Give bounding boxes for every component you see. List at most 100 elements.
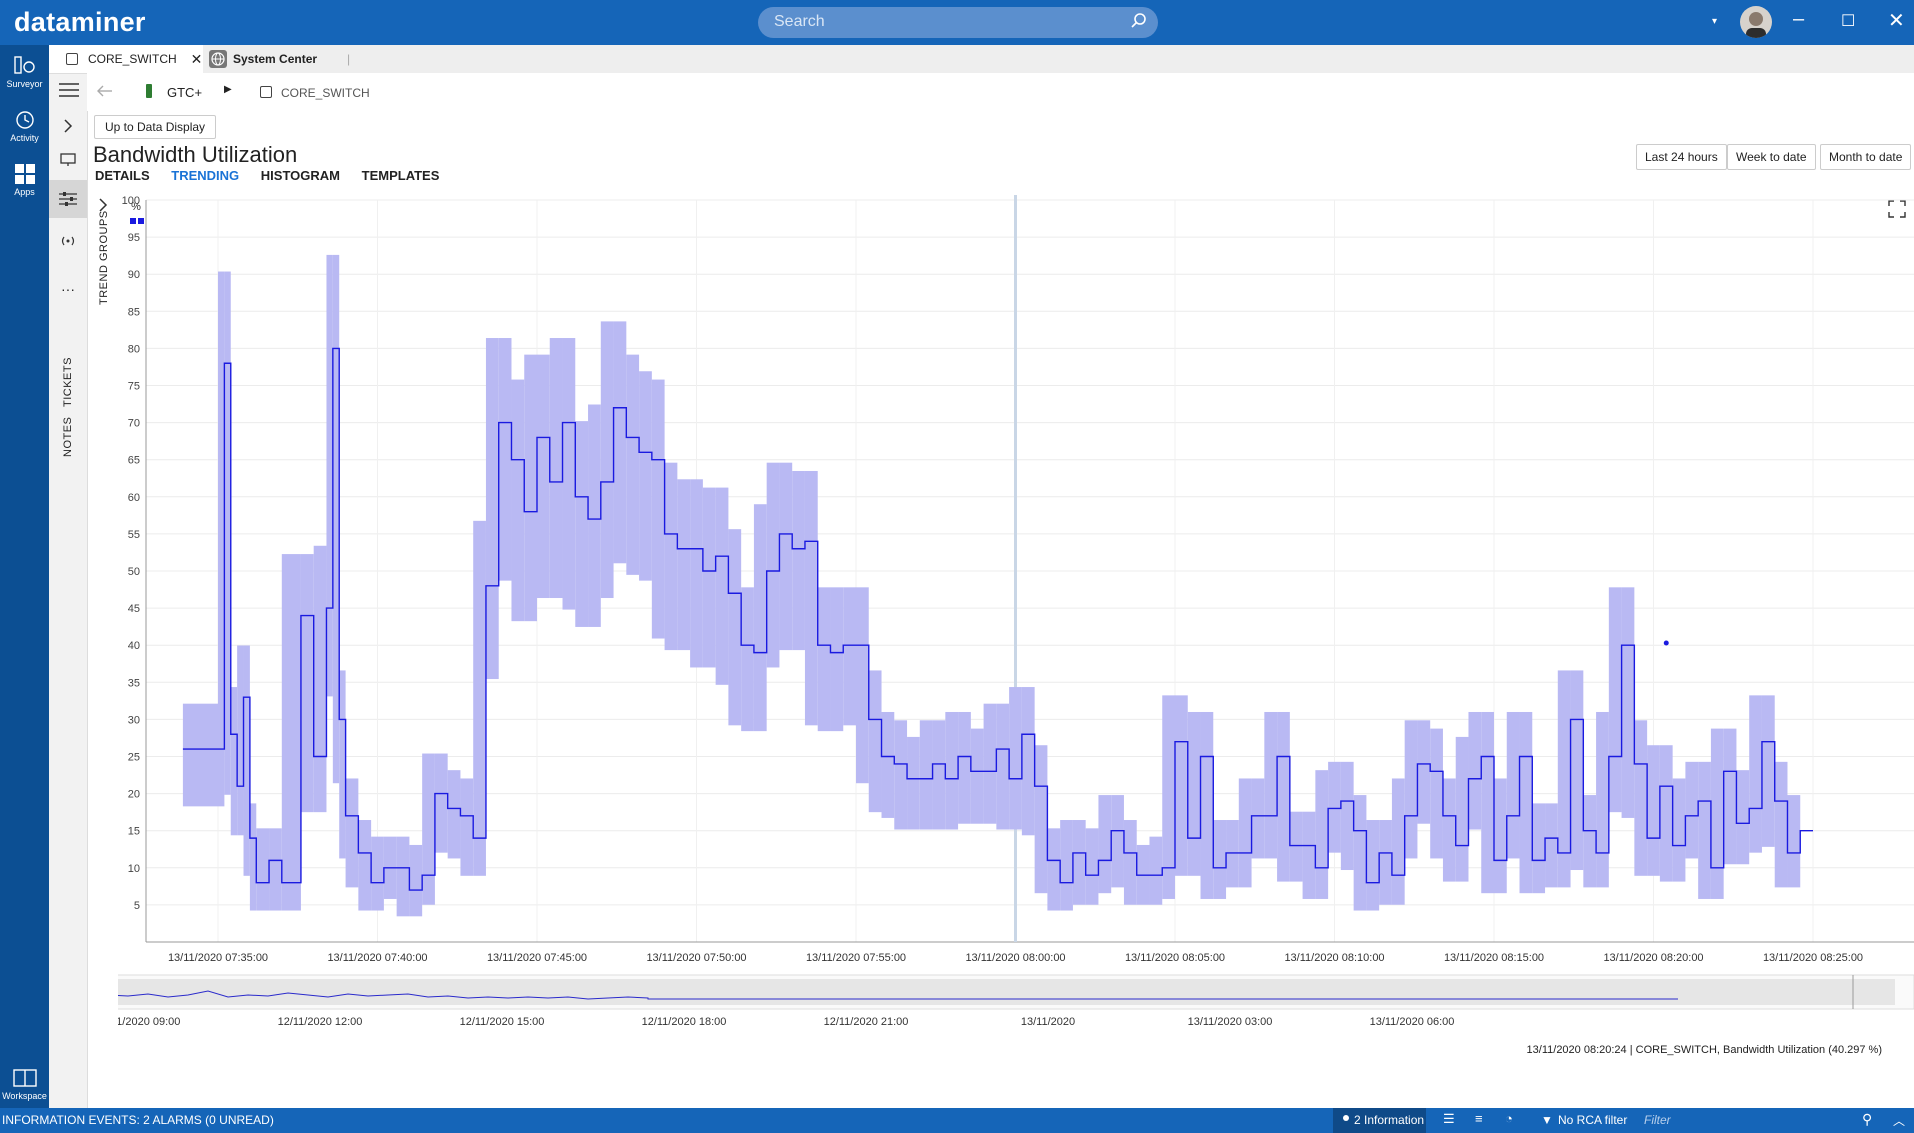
minmax-band	[1608, 587, 1622, 813]
status-expand-icon[interactable]: ︿	[1893, 1112, 1905, 1129]
app-logo: dataminer	[14, 7, 146, 37]
minmax-band	[1238, 778, 1252, 888]
minmax-band	[868, 670, 882, 813]
y-tick-label: 40	[128, 640, 140, 652]
x-tick-label: 13/11/2020 08:10:00	[1284, 952, 1384, 964]
trend-groups-tab[interactable]: TREND GROUPS	[98, 210, 110, 305]
rail-activity-label: Activity	[10, 133, 39, 143]
minmax-band	[1634, 720, 1648, 876]
minmax-band	[300, 554, 314, 813]
minmax-band	[766, 462, 780, 668]
breadcrumb-caret-icon[interactable]: ▶	[224, 84, 232, 95]
tab-core-switch[interactable]: CORE_SWITCH ✕	[49, 45, 203, 73]
breadcrumb-element[interactable]: CORE_SWITCH	[281, 86, 370, 100]
info-badge[interactable]: 2 Information	[1333, 1108, 1426, 1133]
subtab-histogram[interactable]: HISTOGRAM	[261, 168, 340, 183]
more-icon[interactable]: ···	[61, 281, 75, 297]
minmax-band	[1519, 711, 1533, 894]
pie-chart-icon[interactable]: ◔	[1505, 1111, 1513, 1126]
range-week-to-date[interactable]: Week to date	[1727, 144, 1816, 170]
y-tick-label: 10	[128, 863, 140, 875]
menu-icon[interactable]	[59, 83, 79, 97]
settings-tab[interactable]	[49, 180, 87, 218]
minmax-band	[651, 379, 665, 639]
apps-icon	[14, 164, 35, 184]
sort-icon[interactable]: ≡	[1475, 1111, 1483, 1126]
events-status[interactable]: INFORMATION EVENTS: 2 ALARMS (0 UNREAD)	[2, 1113, 274, 1127]
sliders-icon	[59, 192, 77, 206]
close-icon[interactable]: ✕	[1888, 8, 1905, 33]
filter-input[interactable]: Filter	[1644, 1113, 1671, 1127]
legend-marker	[130, 218, 136, 224]
minmax-band	[690, 479, 703, 668]
rail-surveyor[interactable]: Surveyor	[0, 55, 49, 89]
minmax-band	[1647, 745, 1660, 876]
minmax-band	[1366, 820, 1380, 911]
funnel-icon[interactable]: ▼	[1541, 1113, 1553, 1127]
expand-chevron-icon[interactable]	[63, 119, 73, 133]
monitor-icon[interactable]	[60, 153, 76, 167]
minmax-band	[256, 828, 270, 911]
minmax-band	[1328, 761, 1341, 853]
minmax-band	[779, 462, 793, 651]
y-tick-label: 90	[128, 269, 140, 281]
overview-tick-label: 12/11/2020 15:00	[460, 1016, 545, 1028]
subtab-details[interactable]: DETAILS	[95, 168, 150, 183]
search-input[interactable]: Search	[758, 7, 1158, 38]
minmax-band	[224, 271, 231, 795]
rca-filter[interactable]: No RCA filter	[1558, 1113, 1627, 1127]
filter-search-icon[interactable]: ⚲	[1862, 1111, 1872, 1128]
minmax-band	[1302, 811, 1316, 899]
notes-tab[interactable]: NOTES	[62, 417, 74, 457]
rail-surveyor-label: Surveyor	[6, 79, 43, 89]
minmax-band	[562, 338, 576, 610]
maximize-icon[interactable]: ☐	[1841, 11, 1855, 31]
x-tick-label: 13/11/2020 08:05:00	[1125, 952, 1225, 964]
breadcrumb-view[interactable]: GTC+	[167, 85, 202, 100]
view-status-icon	[146, 84, 152, 98]
minmax-band	[1340, 761, 1354, 871]
minmax-band	[1468, 711, 1482, 830]
minmax-band	[313, 545, 327, 813]
minmax-band	[1060, 820, 1073, 911]
minmax-band	[1315, 770, 1329, 899]
minmax-band	[1213, 820, 1227, 899]
range-last-24-hours[interactable]: Last 24 hours	[1636, 144, 1727, 170]
rail-activity[interactable]: Activity	[0, 109, 49, 143]
y-tick-label: 15	[128, 826, 140, 838]
info-dot-icon	[1343, 1115, 1349, 1121]
minmax-band	[1710, 728, 1724, 899]
signal-icon[interactable]	[59, 235, 77, 247]
minmax-band	[269, 828, 282, 911]
minmax-band	[1545, 803, 1558, 888]
minmax-band	[371, 836, 384, 911]
tab-system-center-label: System Center	[233, 52, 318, 66]
x-tick-label: 13/11/2020 07:45:00	[487, 952, 587, 964]
dropdown-icon[interactable]: ▾	[1712, 16, 1717, 27]
subtab-bar: DETAILS TRENDING HISTOGRAM TEMPLATES	[95, 168, 457, 183]
back-arrow-icon[interactable]	[97, 85, 113, 97]
range-month-to-date[interactable]: Month to date	[1820, 144, 1912, 170]
subtab-templates[interactable]: TEMPLATES	[362, 168, 440, 183]
subtab-trending[interactable]: TRENDING	[171, 168, 239, 183]
rail-workspace[interactable]: Workspace	[0, 1067, 49, 1101]
avatar[interactable]	[1740, 6, 1772, 38]
minmax-band	[958, 711, 971, 824]
x-tick-label: 13/11/2020 07:35:00	[168, 952, 268, 964]
minmax-band	[243, 645, 250, 876]
trend-chart[interactable]: % 5 10 15 20 25 30 35 40 45 50 55 60 65 70 75 80 85 90 95 10…	[96, 190, 1914, 1085]
rail-apps[interactable]: Apps	[0, 163, 49, 197]
x-tick-label: 13/11/2020 07:50:00	[646, 952, 746, 964]
y-tick-label: 70	[128, 418, 140, 430]
trend-chart-svg[interactable]: %510152025303540455055606570758085909510…	[96, 190, 1914, 1085]
minmax-band	[932, 720, 946, 830]
workspace-icon	[12, 1069, 37, 1087]
minimize-icon[interactable]: –	[1793, 8, 1804, 31]
list-view-icon[interactable]: ☰	[1443, 1111, 1455, 1127]
minmax-band	[1749, 695, 1762, 853]
tickets-tab[interactable]: TICKETS	[62, 357, 74, 407]
tab-system-center[interactable]: System Center |	[209, 45, 399, 73]
tab-strip: CORE_SWITCH ✕ System Center |	[49, 45, 1914, 74]
tab-close-icon[interactable]: ✕	[191, 51, 203, 68]
up-to-data-display-button[interactable]: Up to Data Display	[94, 115, 217, 139]
